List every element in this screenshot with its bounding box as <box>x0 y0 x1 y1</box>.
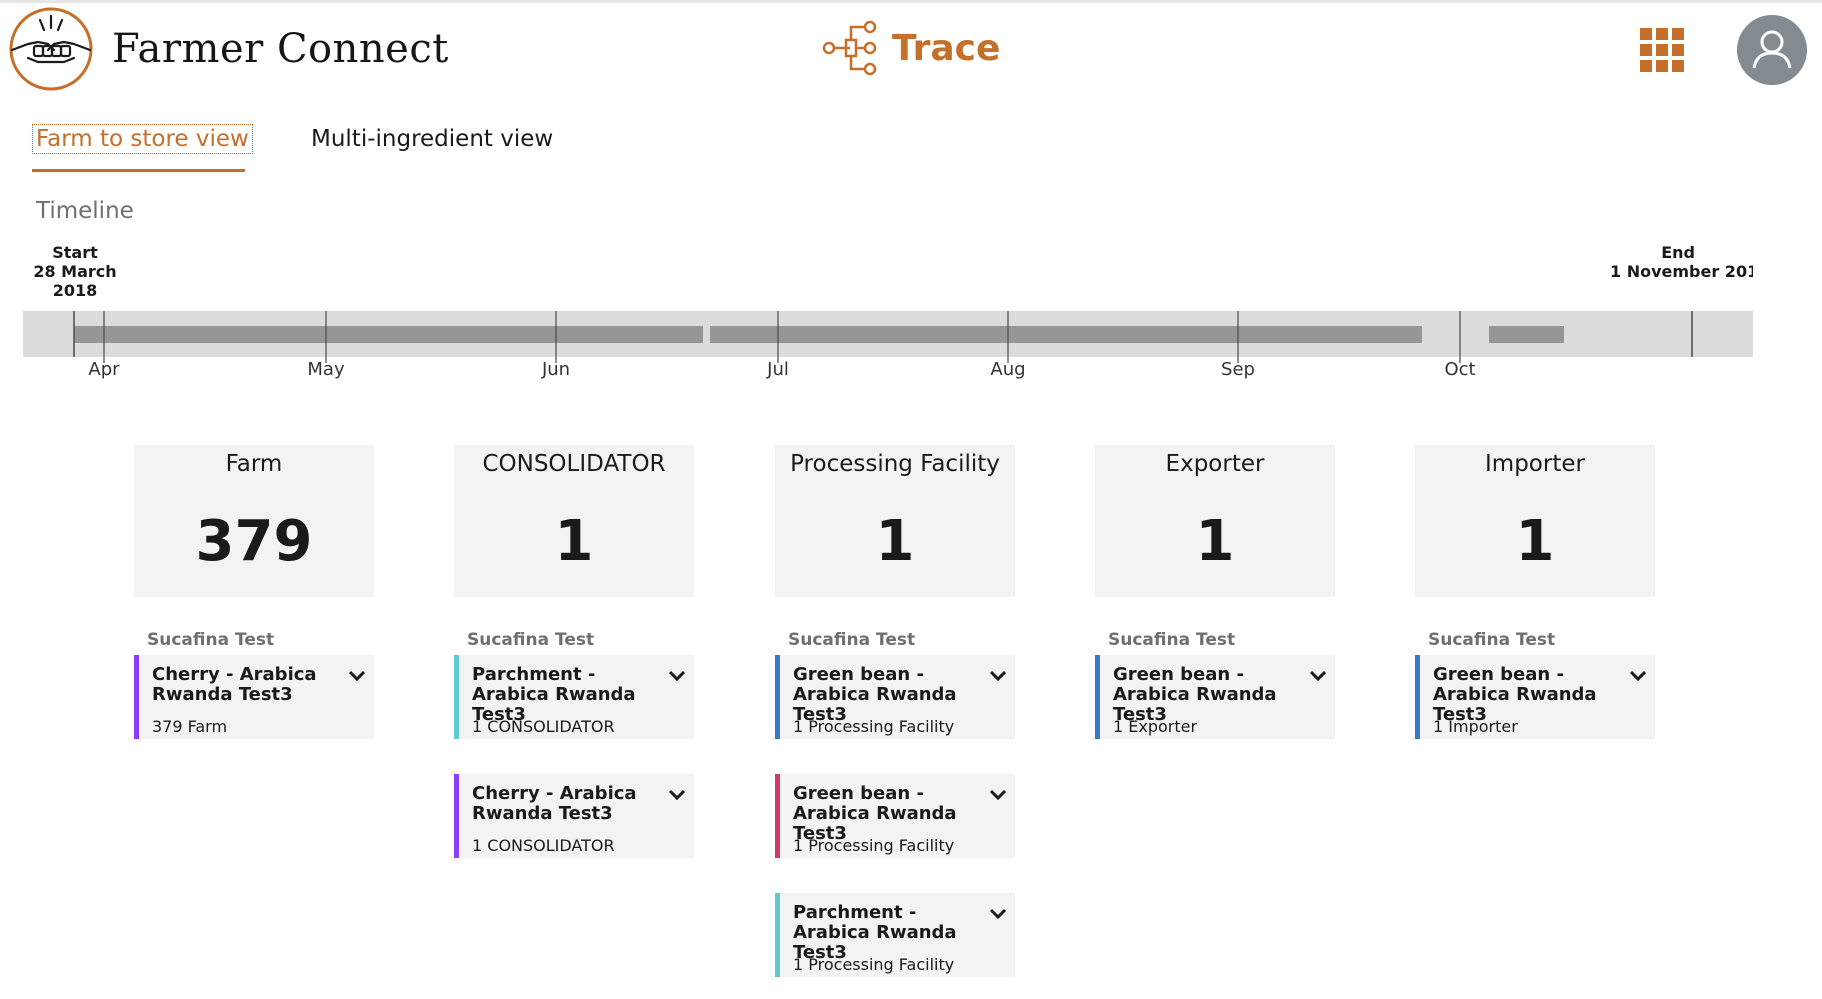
stage-name: Exporter <box>1165 451 1265 477</box>
stage-box-importer[interactable]: Importer 1 <box>1415 445 1655 597</box>
product-card[interactable]: Cherry - Arabica Rwanda Test3 379 Farm <box>134 655 374 739</box>
product-title: Cherry - Arabica Rwanda Test3 <box>472 783 637 824</box>
month-label: Oct <box>1444 359 1475 380</box>
product-card[interactable]: Green bean - Arabica Rwanda Test3 1 Proc… <box>775 655 1015 739</box>
product-count: 1 Processing Facility <box>793 836 955 855</box>
product-count: 1 CONSOLIDATOR <box>472 717 615 736</box>
month-label: Jul <box>766 359 789 380</box>
product-card[interactable]: Parchment - Arabica Rwanda Test3 1 CONSO… <box>454 655 694 739</box>
chevron-down-icon[interactable] <box>989 786 1007 804</box>
month-label: Aug <box>990 359 1025 380</box>
product-card[interactable]: Green bean - Arabica Rwanda Test3 1 Impo… <box>1415 655 1655 739</box>
timeline-end-date: 1 November 201 <box>1610 262 1753 281</box>
product-count: 1 Exporter <box>1113 717 1198 736</box>
product-card[interactable]: Parchment - Arabica Rwanda Test3 1 Proce… <box>775 893 1015 977</box>
user-avatar-icon[interactable] <box>1737 15 1807 85</box>
stage-box-processing-facility[interactable]: Processing Facility 1 <box>775 445 1015 597</box>
product-card[interactable]: Green bean - Arabica Rwanda Test3 1 Expo… <box>1095 655 1335 739</box>
handshake-logo-icon <box>9 7 93 91</box>
app-grid-icon[interactable] <box>1640 28 1684 72</box>
stage-count: 1 <box>1195 509 1235 574</box>
stage-count: 379 <box>195 509 313 574</box>
org-label: Sucafina Test <box>147 630 275 650</box>
org-label: Sucafina Test <box>467 630 595 650</box>
timeline-range-bar <box>74 326 703 343</box>
trace-title: Trace <box>892 27 1001 69</box>
timeline-track[interactable]: Apr May Jun Jul Aug Sep Oct <box>0 300 1822 390</box>
product-card[interactable]: Cherry - Arabica Rwanda Test3 1 CONSOLID… <box>454 774 694 858</box>
timeline-start: Start 28 March 2018 <box>15 243 135 300</box>
stage-count: 1 <box>875 509 915 574</box>
brand-name: Farmer Connect <box>112 26 449 72</box>
product-title: Cherry - Arabica Rwanda Test3 <box>152 664 317 705</box>
stage-box-exporter[interactable]: Exporter 1 <box>1095 445 1335 597</box>
stage-box-farm[interactable]: Farm 379 <box>134 445 374 597</box>
tab-multi-ingredient-view[interactable]: Multi-ingredient view <box>311 126 553 152</box>
stage-name: Importer <box>1485 451 1585 477</box>
trace-app-title: Trace <box>822 20 1000 76</box>
product-title: Parchment - Arabica Rwanda Test3 <box>793 902 957 963</box>
timeline-end-label: End <box>1661 243 1695 262</box>
product-title: Green bean - Arabica Rwanda Test3 <box>1433 664 1597 725</box>
stage-count: 1 <box>1515 509 1555 574</box>
month-label: May <box>307 359 345 380</box>
product-count: 1 Importer <box>1433 717 1518 736</box>
product-count: 379 Farm <box>152 717 228 736</box>
chevron-down-icon[interactable] <box>668 786 686 804</box>
stage-count: 1 <box>554 509 594 574</box>
product-title: Green bean - Arabica Rwanda Test3 <box>793 664 957 725</box>
stage-name: Processing Facility <box>790 451 1000 477</box>
stage-name: CONSOLIDATOR <box>482 451 666 477</box>
chevron-down-icon[interactable] <box>668 667 686 685</box>
chevron-down-icon[interactable] <box>1629 667 1647 685</box>
chevron-down-icon[interactable] <box>348 667 366 685</box>
product-card[interactable]: Green bean - Arabica Rwanda Test3 1 Proc… <box>775 774 1015 858</box>
stage-box-consolidator[interactable]: CONSOLIDATOR 1 <box>454 445 694 597</box>
product-title: Green bean - Arabica Rwanda Test3 <box>793 783 957 844</box>
org-label: Sucafina Test <box>1428 630 1556 650</box>
product-count: 1 Processing Facility <box>793 717 955 736</box>
chevron-down-icon[interactable] <box>989 905 1007 923</box>
product-title: Green bean - Arabica Rwanda Test3 <box>1113 664 1277 725</box>
month-label: Jun <box>541 359 570 380</box>
product-count: 1 CONSOLIDATOR <box>472 836 615 855</box>
month-label: Sep <box>1221 359 1255 380</box>
org-label: Sucafina Test <box>1108 630 1236 650</box>
chevron-down-icon[interactable] <box>989 667 1007 685</box>
brand-logo[interactable]: Farmer Connect <box>8 6 449 92</box>
timeline-start-label: Start <box>52 243 98 262</box>
active-tab-indicator <box>32 169 245 172</box>
trace-network-icon <box>822 20 877 76</box>
top-border <box>0 0 1822 3</box>
stage-name: Farm <box>225 451 283 477</box>
month-label: Apr <box>88 359 120 380</box>
timeline-range-bar <box>1489 326 1564 343</box>
timeline-start-date: 28 March 2018 <box>33 262 117 300</box>
timeline-heading: Timeline <box>36 198 134 224</box>
timeline-end: End 1 November 201 <box>1610 243 1753 281</box>
timeline-range-bar <box>710 326 1422 343</box>
chevron-down-icon[interactable] <box>1309 667 1327 685</box>
product-title: Parchment - Arabica Rwanda Test3 <box>472 664 636 725</box>
product-count: 1 Processing Facility <box>793 955 955 974</box>
tab-farm-to-store-view[interactable]: Farm to store view <box>32 124 253 154</box>
org-label: Sucafina Test <box>788 630 916 650</box>
